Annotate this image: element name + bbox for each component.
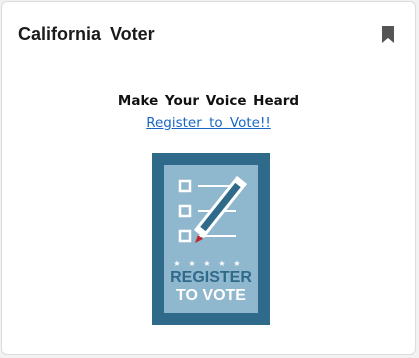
svg-text:★: ★: [203, 259, 210, 268]
svg-text:★: ★: [233, 259, 240, 268]
register-to-vote-link[interactable]: Register to Vote!!: [2, 115, 415, 131]
svg-text:★: ★: [218, 259, 225, 268]
headline: Make Your Voice Heard: [117, 93, 300, 109]
svg-text:★: ★: [173, 259, 180, 268]
poster-line-register: REGISTER: [170, 269, 252, 286]
card-title: California Voter: [18, 24, 155, 44]
california-voter-card: California Voter Make Your Voice Heard R…: [1, 1, 416, 355]
svg-text:★: ★: [188, 259, 195, 268]
card-header: California Voter: [2, 2, 415, 64]
register-to-vote-poster[interactable]: ★ ★ ★ ★ ★ REGISTER TO VOTE: [152, 153, 270, 325]
bookmark-icon[interactable]: [381, 26, 395, 43]
poster-line-to-vote: TO VOTE: [176, 287, 246, 304]
